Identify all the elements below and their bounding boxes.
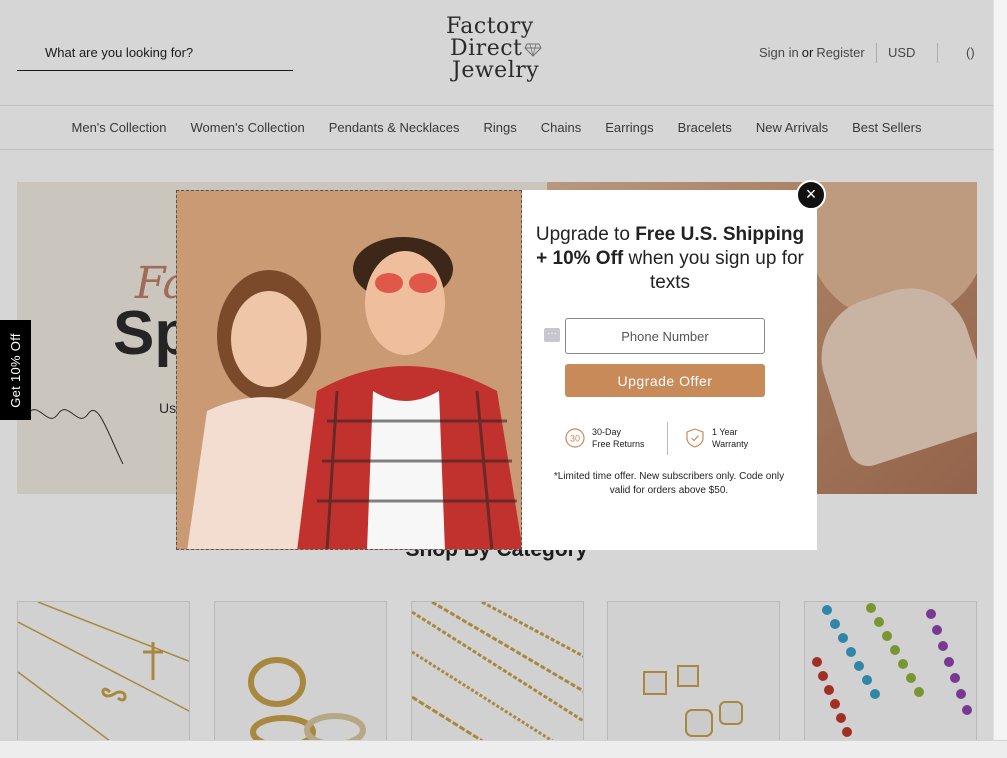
close-modal-button[interactable]: × xyxy=(796,180,826,210)
upgrade-offer-button[interactable]: Upgrade Offer xyxy=(565,364,765,397)
get-discount-tab-label: Get 10% Off xyxy=(8,332,24,408)
modal-headline: Upgrade to Free U.S. Shipping + 10% Off … xyxy=(534,223,806,295)
warranty-badge-text: 1 Year Warranty xyxy=(712,426,748,450)
browser-viewport: Factory Direct Jewelry Sign inorRegister… xyxy=(0,0,993,740)
couple-photo xyxy=(177,191,521,549)
badge-divider xyxy=(667,422,668,455)
returns-badge: 30 30-Day Free Returns xyxy=(564,426,645,450)
warranty-badge: 1 Year Warranty xyxy=(684,426,748,450)
modal-couple-image xyxy=(176,190,522,550)
page-scrollbar[interactable] xyxy=(993,0,1007,740)
window-bottom-edge xyxy=(0,740,1007,758)
returns-icon: 30 xyxy=(565,428,585,448)
returns-badge-line1: 30-Day xyxy=(592,427,622,437)
autofill-icon[interactable]: ··· xyxy=(544,328,560,342)
phone-number-field[interactable] xyxy=(565,318,765,354)
warranty-badge-line2: Warranty xyxy=(712,439,749,449)
returns-badge-line2: Free Returns xyxy=(592,439,645,449)
returns-badge-text: 30-Day Free Returns xyxy=(592,426,645,450)
sms-signup-modal: Upgrade to Free U.S. Shipping + 10% Off … xyxy=(176,190,817,550)
modal-headline-part2: when you sign up for texts xyxy=(623,248,804,293)
modal-content: Upgrade to Free U.S. Shipping + 10% Off … xyxy=(522,190,817,550)
modal-headline-part1: Upgrade to xyxy=(535,224,636,245)
get-discount-tab[interactable]: Get 10% Off xyxy=(0,320,31,420)
shield-check-icon xyxy=(686,428,704,448)
offer-disclaimer: *Limited time offer. New subscribers onl… xyxy=(553,471,785,496)
warranty-badge-line1: 1 Year xyxy=(712,427,738,437)
svg-text:30: 30 xyxy=(570,434,580,444)
